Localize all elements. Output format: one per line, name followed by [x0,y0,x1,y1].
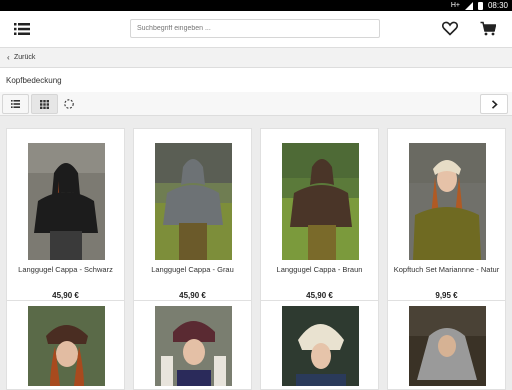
cart-icon[interactable] [480,21,496,36]
product-card[interactable]: Langgugel Cappa - Schwarz 45,90 € [6,128,125,306]
app-header [0,11,512,47]
chevron-left-icon: ‹ [7,53,10,62]
product-name[interactable]: Langgugel Cappa - Braun [261,265,378,274]
grid-view-icon [40,99,49,109]
page-title: Kopfbedeckung [6,76,62,85]
network-type: H+ [450,2,460,9]
product-price: 45,90 € [306,291,333,300]
product-image[interactable] [28,306,105,386]
status-bar: H+ 08:30 [0,0,512,11]
product-card[interactable] [260,300,379,390]
back-link[interactable]: Zurück [14,54,35,61]
clock: 08:30 [487,1,508,10]
product-card[interactable]: Langgugel Cappa - Grau 45,90 € [133,128,252,306]
signal-icon [464,1,473,10]
back-navigation[interactable]: ‹ Zurück [0,47,512,68]
product-name[interactable]: Langgugel Cappa - Grau [134,265,251,274]
product-image[interactable] [282,306,359,386]
refresh-icon[interactable] [62,97,76,111]
wishlist-heart-icon[interactable] [442,21,458,36]
product-card[interactable] [387,300,506,390]
chevron-right-icon [491,99,498,109]
product-image[interactable] [282,143,359,260]
product-image[interactable] [155,143,232,260]
product-name[interactable]: Langgugel Cappa - Schwarz [7,265,124,274]
menu-icon[interactable] [14,22,30,36]
view-toolbar [0,92,512,116]
product-image[interactable] [409,143,486,260]
product-price: 9,95 € [435,291,458,300]
product-card[interactable]: Langgugel Cappa - Braun 45,90 € [260,128,379,306]
list-view-button[interactable] [2,94,29,114]
product-price: 45,90 € [52,291,79,300]
product-image[interactable] [409,306,486,386]
product-image[interactable] [155,306,232,386]
product-price: 45,90 € [179,291,206,300]
product-grid: Langgugel Cappa - Schwarz 45,90 € Langgu… [0,116,512,390]
product-card[interactable] [6,300,125,390]
category-header: Kopfbedeckung [0,68,512,92]
list-view-icon [11,100,20,108]
product-name[interactable]: Kopftuch Set Mariannne - Natur [388,265,505,274]
product-card[interactable] [133,300,252,390]
battery-icon [477,1,483,10]
product-card[interactable]: Kopftuch Set Mariannne - Natur 9,95 € [387,128,506,306]
search-input[interactable] [130,19,380,38]
product-image[interactable] [28,143,105,260]
grid-view-button[interactable] [31,94,58,114]
next-page-button[interactable] [480,94,508,114]
